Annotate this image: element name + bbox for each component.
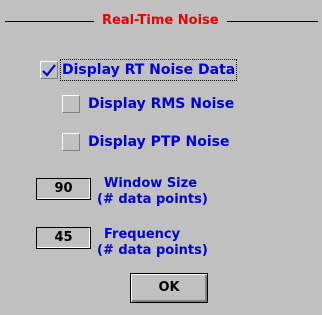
frequency-label: Frequency [104, 227, 181, 242]
display-rms-noise-label[interactable]: Display RMS Noise [88, 95, 234, 113]
checkbox-box[interactable] [62, 95, 80, 113]
checkmark-icon [42, 64, 56, 77]
window-size-sublabel: (# data points) [97, 192, 208, 207]
frequency-input[interactable]: 45 [36, 227, 91, 249]
window-size-label: Window Size [104, 176, 198, 191]
window-size-input[interactable]: 90 [36, 178, 91, 200]
frequency-sublabel: (# data points) [97, 243, 208, 258]
display-ptp-noise-label[interactable]: Display PTP Noise [88, 133, 230, 151]
group-title: Real-Time Noise [94, 13, 227, 29]
display-rt-noise-label[interactable]: Display RT Noise Data [59, 59, 238, 81]
ok-button[interactable]: OK [130, 273, 208, 303]
checkbox-box[interactable] [40, 61, 58, 79]
checkbox-box[interactable] [62, 133, 80, 151]
